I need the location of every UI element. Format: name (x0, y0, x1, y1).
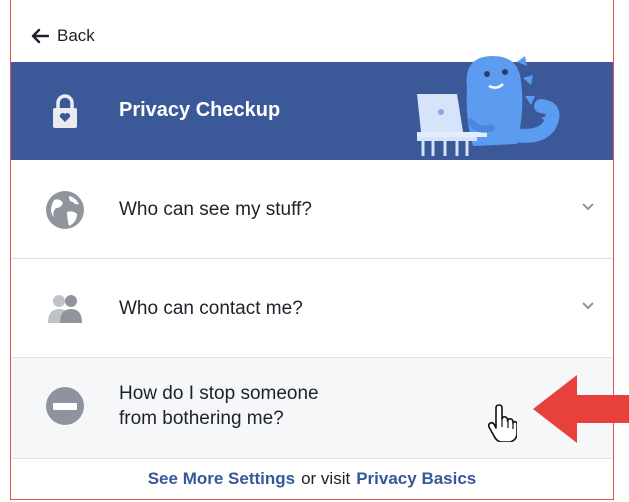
see-more-settings-link[interactable]: See More Settings (148, 469, 295, 489)
option-who-can-see[interactable]: Who can see my stuff? (11, 160, 613, 259)
footer-links: See More Settings or visit Privacy Basic… (11, 459, 613, 499)
footer-connector-text: or visit (301, 469, 351, 488)
back-button[interactable]: Back (31, 25, 95, 47)
people-icon (48, 295, 82, 323)
option-label-line2: from bothering me? (119, 408, 284, 429)
block-icon (46, 387, 84, 425)
option-stop-bothering[interactable]: How do I stop someone from bothering me? (11, 358, 613, 459)
globe-icon (46, 191, 84, 229)
chevron-down-icon[interactable] (581, 301, 595, 311)
option-label: Who can contact me? (119, 298, 303, 319)
option-who-can-contact[interactable]: Who can contact me? (11, 259, 613, 358)
hand-pointer-cursor-icon (487, 404, 517, 442)
back-arrow-icon (31, 28, 49, 44)
privacy-checkup-header: Privacy Checkup (11, 56, 613, 160)
privacy-dinosaur-mascot (417, 56, 560, 156)
chevron-down-icon[interactable] (581, 202, 595, 212)
privacy-panel: Back Privacy Checkup Who can see my stuf… (10, 0, 614, 500)
page-title: Privacy Checkup (119, 99, 281, 121)
option-label: Who can see my stuff? (119, 199, 312, 220)
option-label: How do I stop someone from bothering me? (119, 381, 319, 431)
lock-icon (53, 94, 77, 128)
back-label: Back (57, 26, 95, 45)
privacy-basics-link[interactable]: Privacy Basics (356, 469, 476, 489)
red-annotation-arrow (533, 375, 629, 443)
option-label-line1: How do I stop someone (119, 383, 319, 404)
